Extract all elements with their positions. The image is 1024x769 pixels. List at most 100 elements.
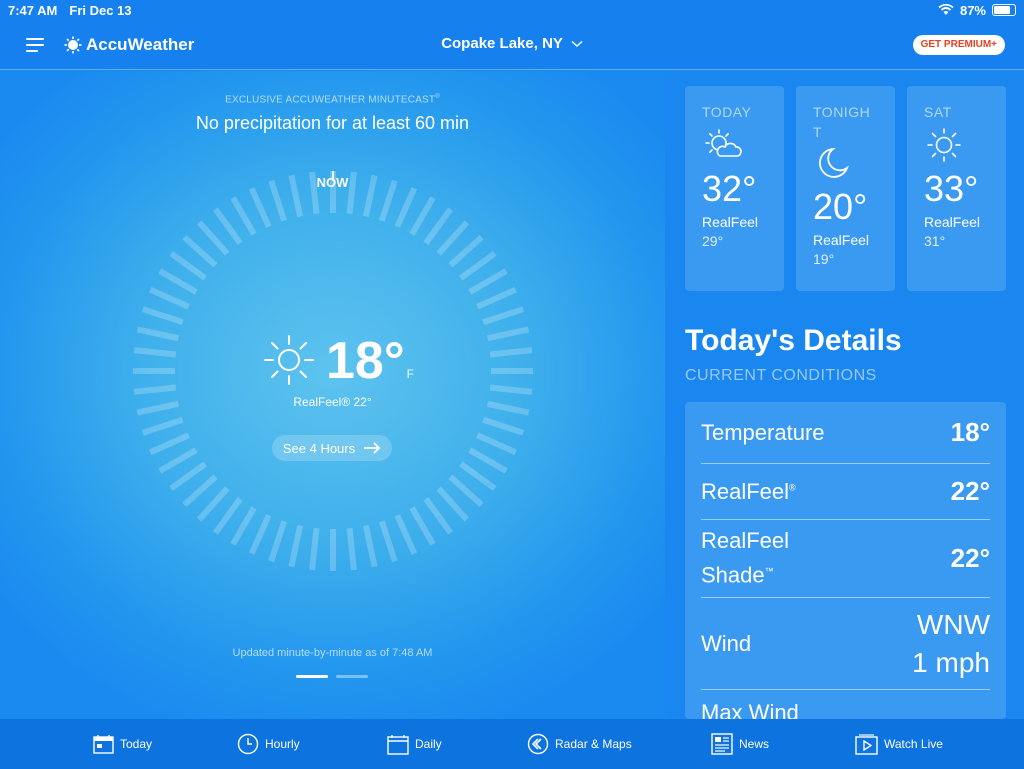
dial-tick bbox=[378, 520, 398, 563]
forecast-realfeel-value: 19° bbox=[813, 251, 835, 267]
details-card[interactable]: Temperature 18° RealFeel® 22° RealFeel S… bbox=[685, 402, 1006, 719]
nav-item-today[interactable]: Today bbox=[93, 719, 152, 769]
battery-icon bbox=[992, 4, 1016, 16]
dial-tick bbox=[362, 174, 378, 218]
detail-row-realfeel-shade: RealFeel Shade™ 22° bbox=[701, 520, 990, 598]
dial-tick bbox=[230, 196, 257, 236]
detail-value: 22° bbox=[950, 476, 990, 506]
dial-tick bbox=[288, 174, 304, 218]
chevron-down-icon bbox=[571, 40, 583, 48]
location-selector[interactable]: Copake Lake, NY bbox=[0, 35, 1024, 52]
minutecast-panel: EXCLUSIVE ACCUWEATHER MINUTECAST® No pre… bbox=[0, 71, 665, 719]
clock-icon bbox=[237, 733, 259, 755]
sun-icon bbox=[927, 128, 961, 162]
dial-tick bbox=[149, 286, 190, 310]
dial-tick bbox=[468, 268, 508, 295]
nav-item-news[interactable]: News bbox=[711, 719, 769, 769]
play-icon bbox=[855, 733, 878, 755]
calendar-today-icon bbox=[93, 735, 114, 754]
nav-item-watch-live[interactable]: Watch Live bbox=[855, 719, 943, 769]
detail-label: Wind bbox=[701, 630, 752, 656]
forecast-label: TODAY bbox=[702, 104, 752, 120]
dial-tick bbox=[409, 506, 436, 546]
wifi-icon bbox=[938, 4, 954, 15]
sun-icon bbox=[264, 335, 314, 385]
detail-label-wrap: RealFeel Shade™ bbox=[701, 526, 801, 590]
battery-percent: 87% bbox=[959, 2, 986, 18]
minutecast-title-text: EXCLUSIVE ACCUWEATHER MINUTECAST bbox=[225, 94, 436, 106]
dial-tick bbox=[489, 347, 533, 358]
dial-tick bbox=[182, 474, 218, 508]
moon-icon bbox=[819, 147, 849, 178]
get-premium-button[interactable]: GET PREMIUM+ bbox=[912, 35, 1005, 55]
dial-tick bbox=[459, 461, 497, 491]
status-date: Fri Dec 13 bbox=[69, 2, 132, 18]
registered-mark: ® bbox=[789, 482, 796, 493]
dial-tick bbox=[213, 497, 243, 535]
updated-text: Updated minute-by-minute as of 7:48 AM bbox=[232, 647, 433, 659]
dial-tick bbox=[423, 207, 453, 245]
dial-tick bbox=[459, 251, 497, 281]
dial-tick bbox=[448, 234, 484, 268]
dial-tick bbox=[309, 527, 320, 571]
nav-label: Hourly bbox=[265, 737, 300, 751]
dial-tick bbox=[136, 326, 180, 342]
arrow-right-icon bbox=[364, 442, 381, 454]
nav-item-daily[interactable]: Daily bbox=[387, 719, 442, 769]
page-indicator[interactable] bbox=[296, 675, 368, 678]
dial-tick bbox=[213, 207, 243, 245]
dial-tick bbox=[423, 497, 453, 535]
forecast-card-sat[interactable]: SAT 33° RealFeel 31° bbox=[907, 86, 1006, 291]
detail-value: WNW 1 mph bbox=[912, 608, 990, 678]
trademark-mark: ™ bbox=[764, 566, 774, 577]
page-dot-2[interactable] bbox=[336, 675, 368, 678]
detail-value: 18° bbox=[950, 417, 990, 447]
dial-tick bbox=[248, 187, 272, 228]
dial-tick bbox=[436, 220, 470, 256]
nav-item-hourly[interactable]: Hourly bbox=[237, 719, 300, 769]
dial-tick bbox=[482, 306, 525, 326]
detail-row-realfeel: RealFeel® 22° bbox=[701, 464, 990, 520]
dial-tick bbox=[248, 514, 272, 555]
temp-unit: F bbox=[406, 367, 414, 381]
dial-tick bbox=[288, 524, 304, 568]
minutecast-headline: No precipitation for at least 60 min bbox=[195, 113, 470, 133]
dial-tick bbox=[476, 432, 517, 456]
detail-row-temperature: Temperature 18° bbox=[701, 402, 990, 464]
status-bar: 7:47 AM Fri Dec 13 87% bbox=[0, 0, 1024, 20]
dial-tick bbox=[394, 187, 418, 228]
dial-tick bbox=[482, 416, 525, 436]
forecast-card-today[interactable]: TODAY 32° RealFeel 29° bbox=[685, 86, 784, 291]
calendar-icon bbox=[387, 734, 409, 755]
forecast-card-tonight[interactable]: TONIGHT 20° RealFeel 19° bbox=[796, 86, 895, 291]
details-subtitle: CURRENT CONDITIONS bbox=[685, 367, 877, 384]
forecast-temp: 33° bbox=[924, 168, 979, 209]
dial-tick bbox=[133, 347, 177, 358]
dial-tick bbox=[158, 268, 198, 295]
nav-item-radar-maps[interactable]: Radar & Maps bbox=[527, 719, 632, 769]
forecast-label: SAT bbox=[924, 104, 952, 120]
dial-tick bbox=[182, 234, 218, 268]
see-hours-button[interactable]: See 4 Hours bbox=[272, 435, 392, 461]
detail-label: Max Wind bbox=[701, 700, 799, 719]
detail-label: RealFeel Shade bbox=[701, 528, 790, 588]
nav-label: Daily bbox=[415, 737, 442, 751]
dial-tick bbox=[362, 524, 378, 568]
detail-row-max-wind: Max Wind bbox=[701, 690, 990, 719]
location-name: Copake Lake, NY bbox=[441, 35, 563, 52]
dial-tick bbox=[448, 474, 484, 508]
detail-row-wind: Wind WNW 1 mph bbox=[701, 598, 990, 690]
nav-label: News bbox=[739, 737, 770, 751]
dial-tick bbox=[436, 486, 470, 522]
minutecast-title: EXCLUSIVE ACCUWEATHER MINUTECAST® bbox=[0, 94, 665, 105]
page-dot-1[interactable] bbox=[296, 675, 328, 678]
dial-tick bbox=[309, 171, 320, 215]
bottom-nav: Today Hourly Daily Radar & Maps News Wat… bbox=[0, 719, 1024, 769]
current-conditions: 18° F bbox=[262, 333, 414, 389]
dial-tick bbox=[409, 196, 436, 236]
detail-label: Temperature bbox=[701, 419, 825, 445]
nav-label: Watch Live bbox=[884, 737, 943, 751]
status-time: 7:47 AM bbox=[8, 2, 58, 18]
dial-tick bbox=[196, 486, 230, 522]
partly-sunny-icon bbox=[705, 129, 742, 157]
